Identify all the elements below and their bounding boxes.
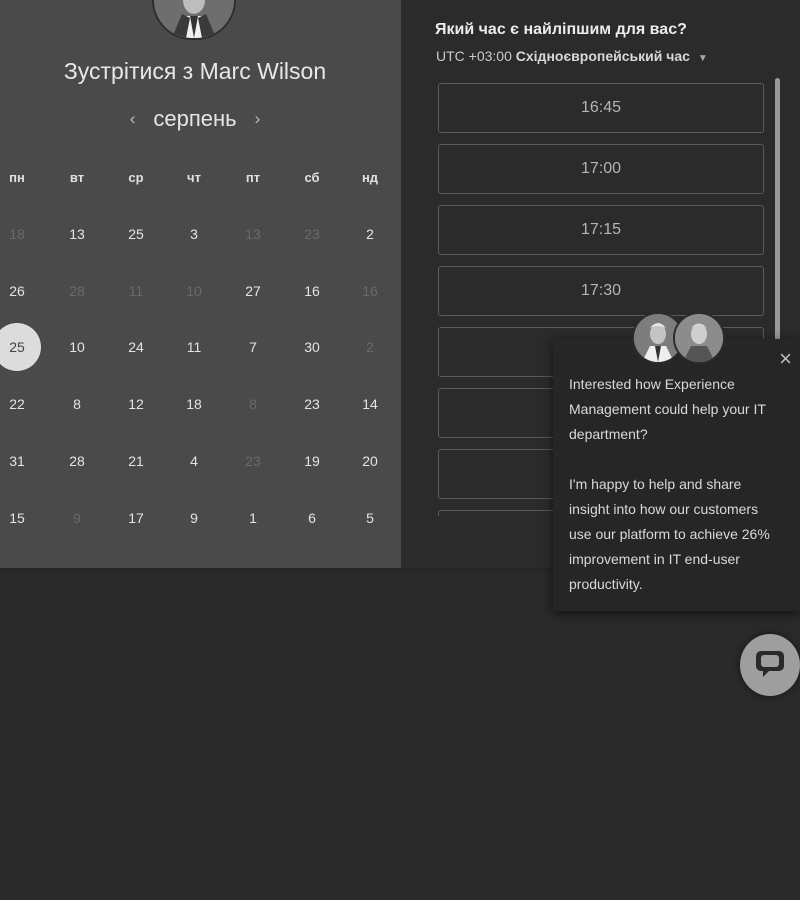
calendar-day[interactable]: 9	[174, 498, 214, 538]
chat-launcher-button[interactable]	[740, 634, 800, 696]
calendar-day[interactable]: 5	[350, 498, 390, 538]
time-slot-button[interactable]: 17:00	[438, 144, 764, 194]
calendar-day[interactable]: 24	[116, 327, 156, 367]
chat-bubble-icon	[753, 646, 787, 685]
month-label: серпень	[153, 106, 237, 131]
calendar-day: 2	[366, 339, 374, 355]
calendar-day[interactable]: 22	[0, 384, 37, 424]
calendar-day: 11	[128, 283, 144, 299]
title-prefix: Зустрітися з	[63, 58, 194, 84]
calendar-day[interactable]: 30	[292, 327, 332, 367]
calendar-day: 9	[73, 510, 81, 526]
calendar-day: 10	[186, 283, 202, 299]
calendar-day[interactable]: 4	[174, 441, 214, 481]
next-month-icon[interactable]: ›	[251, 109, 265, 129]
weekday-header: нд	[361, 170, 379, 185]
time-slot-button[interactable]: 17:15	[438, 205, 764, 255]
agent-avatar-2	[673, 312, 725, 364]
weekday-header: вт	[69, 170, 85, 185]
calendar-day[interactable]: 21	[116, 441, 156, 481]
calendar-day[interactable]: 7	[233, 327, 273, 367]
calendar-day[interactable]: 19	[292, 441, 332, 481]
time-slot-button[interactable]: 16:45	[438, 83, 764, 133]
timezone-offset: UTC +03:00	[436, 48, 512, 64]
calendar-day: 18	[9, 226, 25, 242]
calendar-day[interactable]: 28	[57, 441, 97, 481]
calendar-day[interactable]: 23	[292, 384, 332, 424]
calendar-day: 13	[245, 226, 261, 242]
calendar-day[interactable]: 25	[116, 214, 156, 254]
calendar-day: 23	[304, 226, 320, 242]
calendar-day[interactable]: 2	[350, 214, 390, 254]
calendar-day[interactable]: 20	[350, 441, 390, 481]
timezone-selector[interactable]: UTC +03:00 Східноєвропейський час ▼	[436, 48, 708, 64]
calendar-day[interactable]: 18	[174, 384, 214, 424]
weekday-header: чт	[187, 170, 201, 185]
weekday-header: ср	[128, 170, 144, 185]
calendar-panel: Зустрітися з Marc Wilson ‹ серпень › пн в…	[0, 0, 401, 568]
calendar-day[interactable]: 13	[57, 214, 97, 254]
calendar-day: 16	[362, 283, 378, 299]
weekday-header: пн	[9, 170, 25, 185]
calendar-day: 28	[69, 283, 85, 299]
timezone-name: Східноєвропейський час	[515, 48, 690, 64]
calendar-day[interactable]: 17	[116, 498, 156, 538]
calendar-day[interactable]: 15	[0, 498, 37, 538]
calendar-day[interactable]: 8	[57, 384, 97, 424]
calendar-day[interactable]: 10	[57, 327, 97, 367]
popup-paragraph-2: I'm happy to help and share insight into…	[569, 476, 770, 592]
prev-month-icon[interactable]: ‹	[126, 109, 140, 129]
time-slot-scrollbar[interactable]	[775, 78, 780, 348]
chevron-down-icon: ▼	[697, 53, 708, 64]
calendar-day[interactable]: 27	[233, 271, 273, 311]
host-avatar	[152, 0, 236, 40]
calendar-day: 8	[249, 396, 257, 412]
calendar-day[interactable]: 3	[174, 214, 214, 254]
calendar-day[interactable]: 11	[174, 327, 214, 367]
meeting-title: Зустрітися з Marc Wilson	[0, 58, 390, 85]
time-question: Який час є найліпшим для вас?	[435, 21, 687, 38]
calendar-day[interactable]: 12	[116, 384, 156, 424]
calendar-day[interactable]: 1	[233, 498, 273, 538]
calendar-day[interactable]: 26	[0, 271, 37, 311]
weekday-header: сб	[304, 170, 320, 185]
close-icon[interactable]: ×	[779, 348, 792, 370]
calendar-day[interactable]: 16	[292, 271, 332, 311]
chat-popup: × Interested how Experience Management c…	[553, 339, 800, 611]
host-name: Marc Wilson	[199, 58, 327, 84]
time-slot-button[interactable]: 17:30	[438, 266, 764, 316]
calendar-day[interactable]: 14	[350, 384, 390, 424]
popup-paragraph-1: Interested how Experience Management cou…	[569, 376, 766, 442]
calendar-day[interactable]: 31	[0, 441, 37, 481]
weekday-header: пт	[245, 170, 261, 185]
calendar-day: 23	[245, 453, 261, 469]
calendar-day-selected[interactable]: 25	[0, 323, 41, 371]
month-navigation: ‹ серпень ›	[0, 106, 390, 132]
calendar-day[interactable]: 6	[292, 498, 332, 538]
